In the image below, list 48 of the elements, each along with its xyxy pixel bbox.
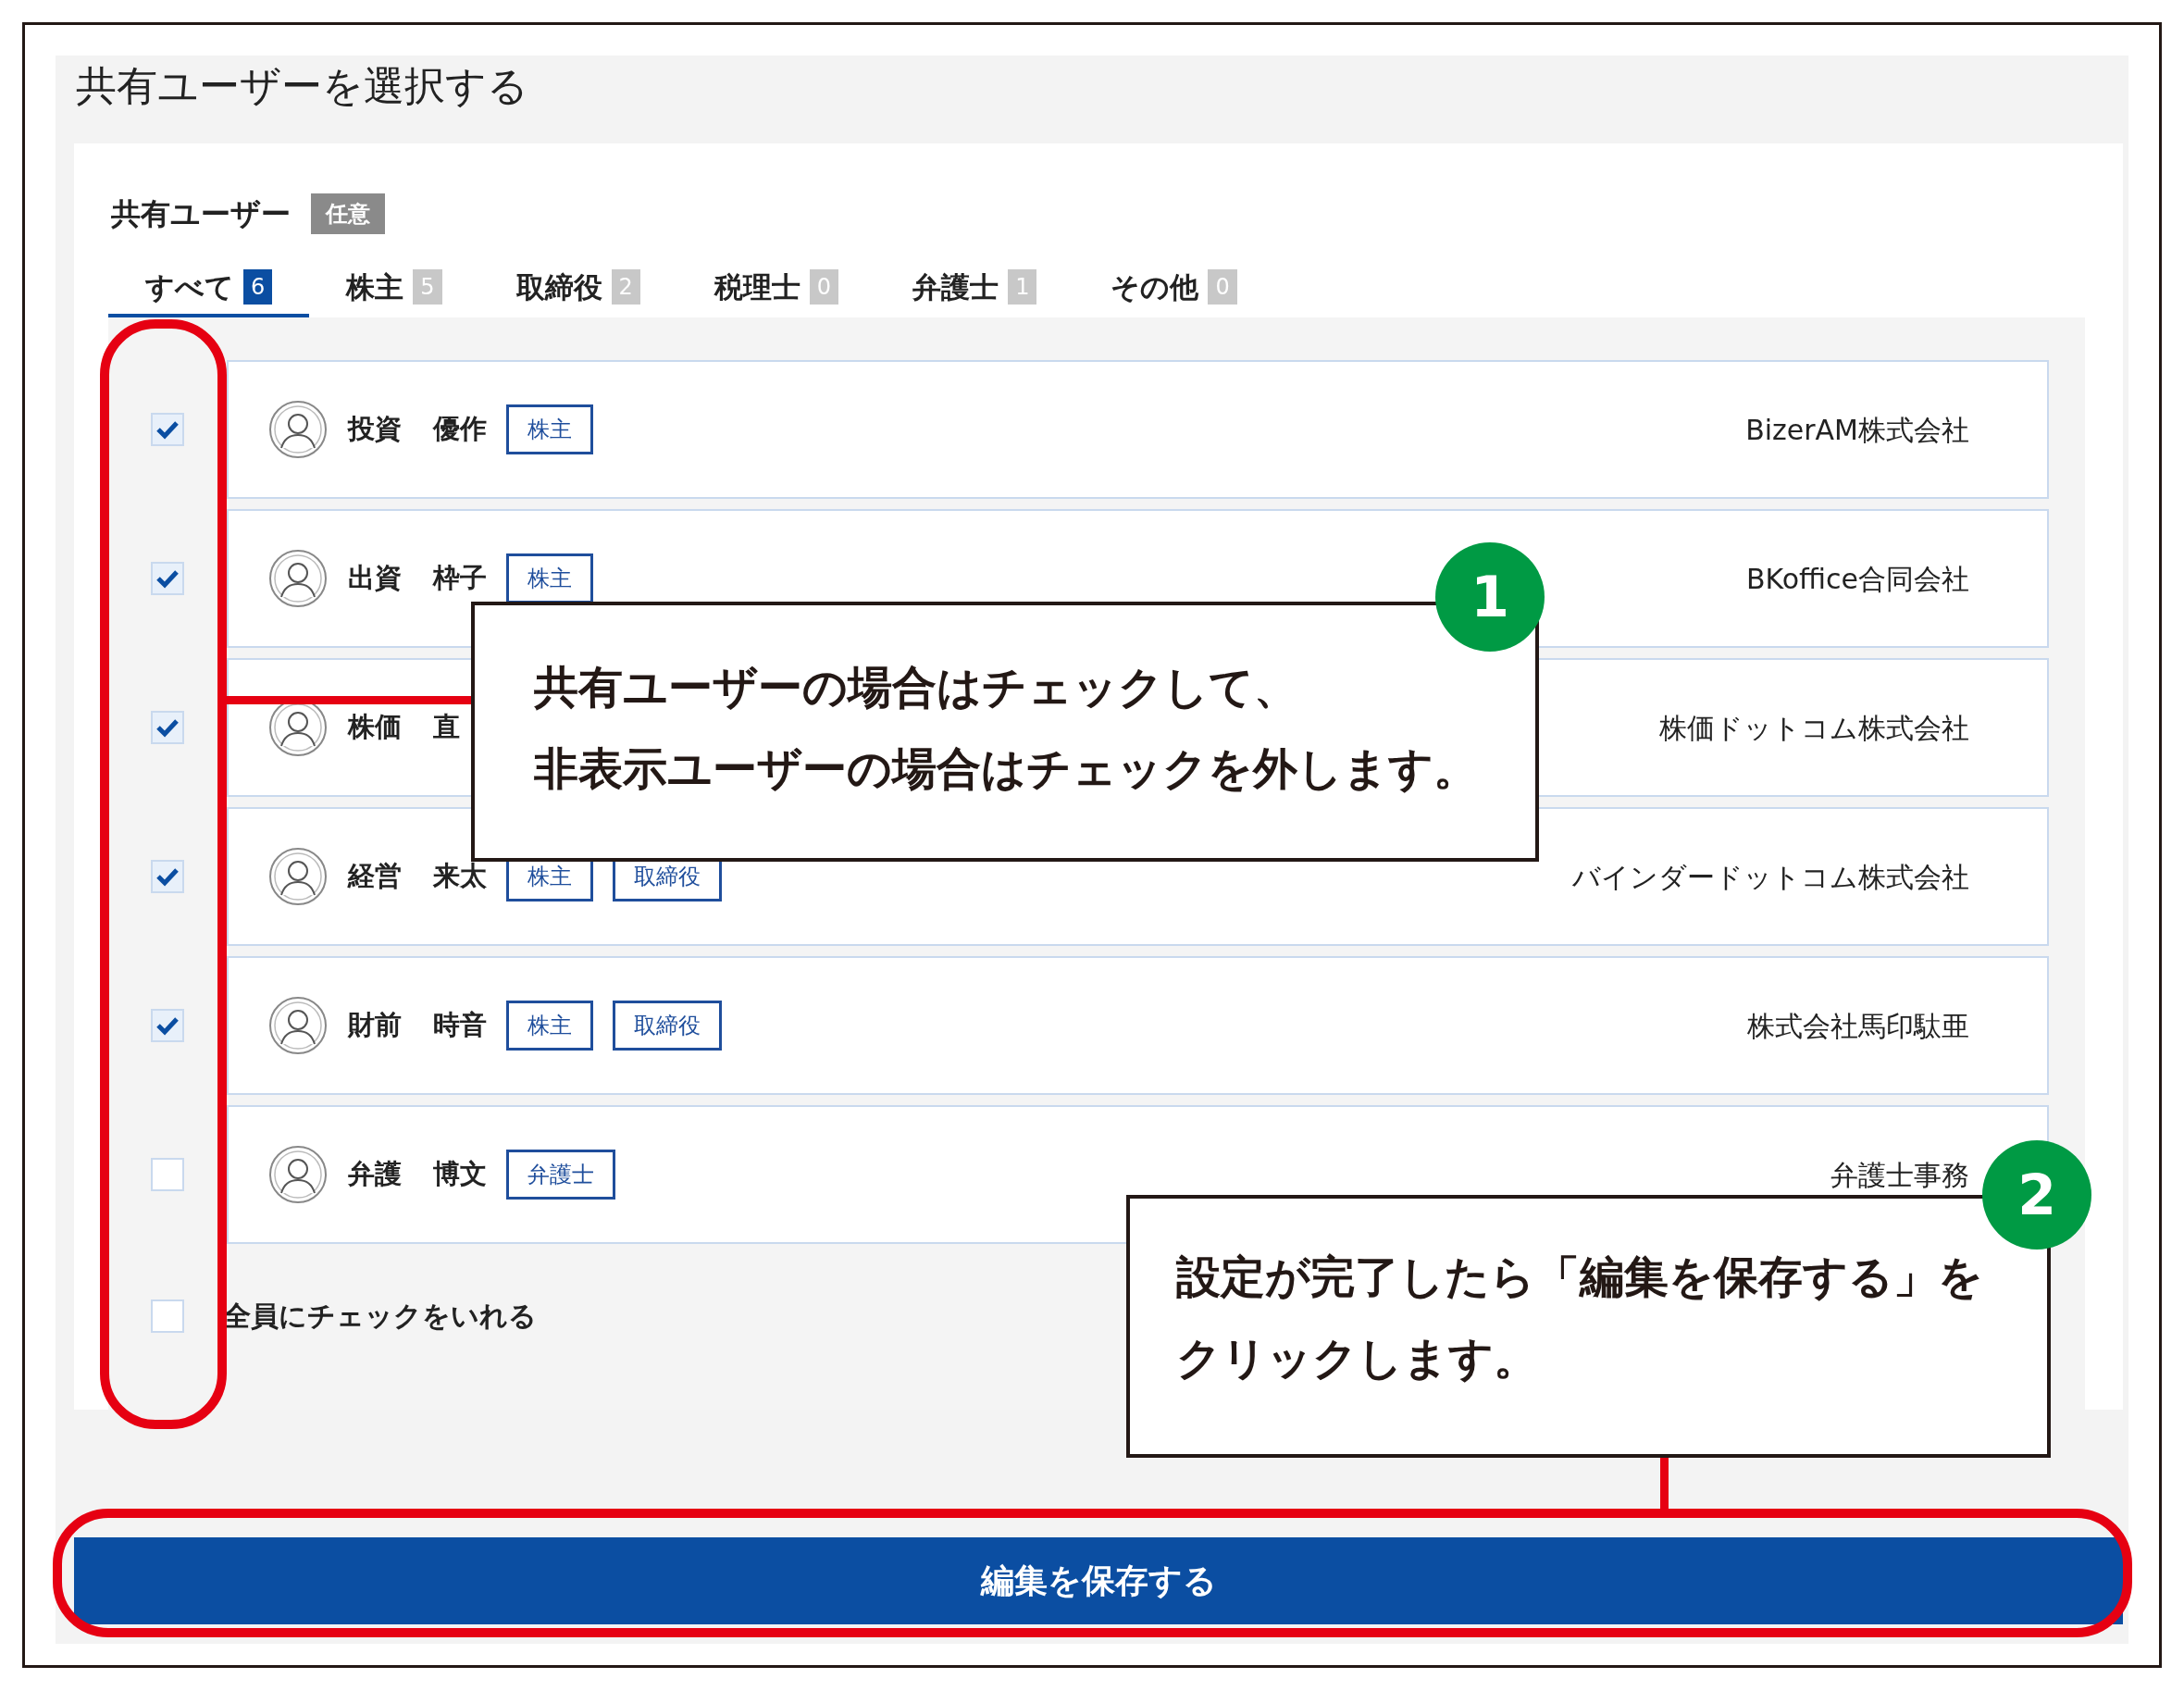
checkbox[interactable] [151,413,184,446]
callout-text: クリックします。 [1176,1331,1539,1386]
user-name: 株価 [348,710,402,745]
user-name: 経営 [348,859,402,894]
callout-text: 設定が完了したら「編集を保存する」を [1176,1250,1984,1304]
company-name: 弁護士事務 [1830,1157,1969,1193]
company-name: BKoffice合同会社 [1745,561,1969,597]
user-name: 直 [433,710,460,745]
avatar-icon [268,400,328,459]
company-name: バインダードットコム株式会社 [1572,859,1969,895]
avatar-icon [268,847,328,906]
save-button[interactable]: 編集を保存する [74,1537,2123,1624]
avatar-icon [268,1145,328,1204]
checkbox[interactable] [151,860,184,893]
avatar-icon [268,996,328,1055]
role-tag: 株主 [506,404,593,454]
user-name: 投資 [348,412,402,447]
checkbox[interactable] [151,562,184,595]
checkmark-icon [155,1015,180,1036]
company-name: 株式会社馬印駄亜 [1747,1008,1969,1044]
optional-badge: 任意 [311,193,385,234]
user-name: 博文 [433,1157,487,1192]
checkmark-icon [155,419,180,440]
role-tag: 取締役 [613,1001,722,1051]
user-name: 出資 [348,561,402,596]
user-name: 弁護 [348,1157,402,1192]
checkbox[interactable] [151,1009,184,1042]
checkmark-icon [155,717,180,738]
callout-text: 非表示ユーザーの場合はチェックを外します。 [534,741,1479,796]
checkbox[interactable] [151,1158,184,1191]
user-name: 時音 [433,1008,487,1043]
user-name: 来太 [433,859,487,894]
field-label: 共有ユーザー [111,195,291,233]
checkbox[interactable] [151,711,184,744]
role-tag: 株主 [506,1001,593,1051]
avatar-icon [268,549,328,608]
user-name: 財前 [348,1008,402,1043]
section-title: 共有ユーザーを選択する [76,60,528,111]
company-name: 株価ドットコム株式会社 [1659,710,1969,746]
count-badge: 6 [243,269,273,305]
role-tag: 弁護士 [506,1150,615,1200]
company-name: BizerAM株式会社 [1745,412,1969,448]
user-name: 枠子 [433,561,487,596]
checkbox[interactable] [151,1299,184,1333]
user-name: 優作 [433,412,487,447]
checkmark-icon [155,866,180,887]
checkmark-icon [155,568,180,589]
callout-text: 共有ユーザーの場合はチェックして、 [534,660,1299,715]
